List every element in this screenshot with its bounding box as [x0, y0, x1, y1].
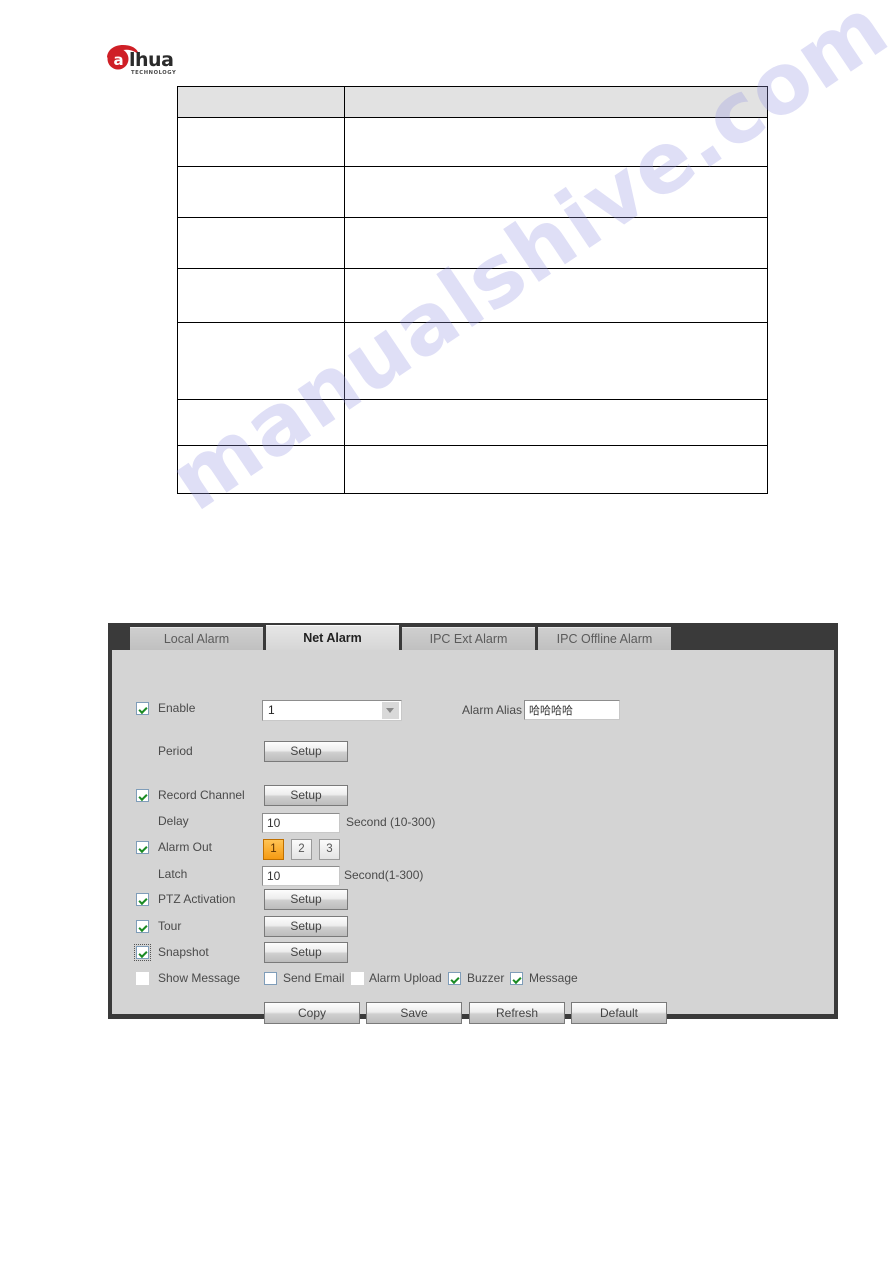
channel-select[interactable]: 1 — [262, 700, 402, 721]
row-enable: Enable 1 Alarm Alias — [112, 698, 834, 724]
table-cell-param — [177, 399, 345, 446]
latch-input[interactable] — [262, 866, 340, 886]
table-cell-desc — [344, 322, 768, 400]
row-tour: Tour Setup — [112, 916, 834, 942]
tab-net-alarm[interactable]: Net Alarm — [266, 625, 399, 650]
tab-ipc-ext-alarm[interactable]: IPC Ext Alarm — [402, 627, 535, 650]
table-row — [177, 445, 768, 494]
show-message-label: Show Message — [158, 971, 241, 985]
row-alarm-out: Alarm Out 1 2 3 — [112, 837, 834, 863]
period-setup-button[interactable]: Setup — [264, 741, 348, 762]
alarm-out-checkbox[interactable] — [136, 841, 150, 855]
alarm-out-option-1[interactable]: 1 — [263, 839, 284, 860]
spec-table — [177, 86, 768, 494]
table-cell-desc — [344, 268, 768, 323]
svg-text:lhua: lhua — [129, 49, 173, 71]
tab-local-alarm[interactable]: Local Alarm — [130, 627, 263, 650]
table-row — [177, 217, 768, 269]
record-channel-setup-button[interactable]: Setup — [264, 785, 348, 806]
tab-bar: Local Alarm Net Alarm IPC Ext Alarm IPC … — [108, 623, 838, 650]
table-cell-param — [177, 322, 345, 400]
tour-label: Tour — [158, 919, 182, 933]
delay-unit-label: Second (10-300) — [346, 815, 436, 829]
save-button[interactable]: Save — [366, 1002, 462, 1024]
table-cell-desc — [344, 117, 768, 167]
buzzer-checkbox[interactable] — [448, 972, 461, 985]
row-latch: Latch Second(1-300) — [112, 864, 834, 890]
row-delay: Delay Second (10-300) — [112, 811, 834, 837]
dahua-logo-svg: a lhua TECHNOLOGY — [107, 45, 176, 76]
table-cell-desc — [344, 217, 768, 269]
enable-checkbox[interactable] — [136, 702, 150, 716]
snapshot-checkbox[interactable] — [134, 944, 151, 961]
refresh-button[interactable]: Refresh — [469, 1002, 565, 1024]
buzzer-label: Buzzer — [467, 971, 505, 985]
svg-text:a: a — [114, 51, 124, 69]
delay-input[interactable] — [262, 813, 340, 833]
alarm-alias-label: Alarm Alias — [462, 703, 523, 717]
table-cell-param — [177, 268, 345, 323]
table-row — [177, 322, 768, 400]
latch-label: Latch — [158, 867, 188, 881]
ptz-activation-checkbox[interactable] — [136, 893, 150, 907]
ptz-activation-label: PTZ Activation — [158, 892, 236, 906]
show-message-checkbox[interactable] — [136, 972, 149, 985]
ptz-activation-setup-button[interactable]: Setup — [264, 889, 348, 910]
table-cell-param — [177, 166, 345, 218]
alarm-out-option-2[interactable]: 2 — [291, 839, 312, 860]
row-ptz-activation: PTZ Activation Setup — [112, 889, 834, 915]
table-cell-param — [177, 117, 345, 167]
message-label: Message — [529, 971, 578, 985]
default-button[interactable]: Default — [571, 1002, 667, 1024]
table-cell-desc — [344, 445, 768, 494]
table-row — [177, 166, 768, 218]
chevron-down-icon[interactable] — [382, 702, 399, 719]
record-channel-checkbox[interactable] — [136, 789, 150, 803]
send-email-checkbox[interactable] — [264, 972, 277, 985]
table-header-cell-param — [177, 86, 345, 118]
table-cell-param — [177, 445, 345, 494]
snapshot-label: Snapshot — [158, 945, 209, 959]
table-header-cell-desc — [344, 86, 768, 118]
period-label: Period — [158, 744, 193, 758]
channel-select-value: 1 — [268, 703, 275, 717]
table-cell-desc — [344, 399, 768, 446]
record-channel-label: Record Channel — [158, 788, 245, 802]
alarm-upload-checkbox[interactable] — [351, 972, 364, 985]
dahua-logo: a lhua TECHNOLOGY — [105, 44, 205, 78]
copy-button[interactable]: Copy — [264, 1002, 360, 1024]
delay-label: Delay — [158, 814, 189, 828]
latch-unit-label: Second(1-300) — [344, 868, 424, 882]
alarm-out-option-3[interactable]: 3 — [319, 839, 340, 860]
table-cell-param — [177, 217, 345, 269]
action-button-bar: Copy Save Refresh Default — [112, 1002, 834, 1026]
table-row — [177, 268, 768, 323]
enable-label: Enable — [158, 701, 196, 715]
alarm-config-panel: Local Alarm Net Alarm IPC Ext Alarm IPC … — [108, 623, 838, 1024]
row-period: Period Setup — [112, 741, 834, 767]
tab-ipc-offline-alarm[interactable]: IPC Offline Alarm — [538, 627, 671, 650]
row-notifications: Show Message Send Email Alarm Upload Buz… — [112, 968, 834, 994]
message-checkbox[interactable] — [510, 972, 523, 985]
alarm-alias-input[interactable] — [524, 700, 620, 720]
snapshot-setup-button[interactable]: Setup — [264, 942, 348, 963]
panel-body: Enable 1 Alarm Alias Period Setup Record… — [112, 650, 834, 1024]
send-email-label: Send Email — [283, 971, 345, 985]
tour-checkbox[interactable] — [136, 920, 150, 934]
table-row — [177, 117, 768, 167]
alarm-out-label: Alarm Out — [158, 840, 213, 854]
tour-setup-button[interactable]: Setup — [264, 916, 348, 937]
table-header-row — [177, 86, 768, 118]
row-record-channel: Record Channel Setup — [112, 785, 834, 811]
alarm-upload-label: Alarm Upload — [369, 971, 442, 985]
row-snapshot: Snapshot Setup — [112, 942, 834, 968]
svg-text:TECHNOLOGY: TECHNOLOGY — [131, 70, 176, 76]
table-cell-desc — [344, 166, 768, 218]
table-row — [177, 399, 768, 446]
